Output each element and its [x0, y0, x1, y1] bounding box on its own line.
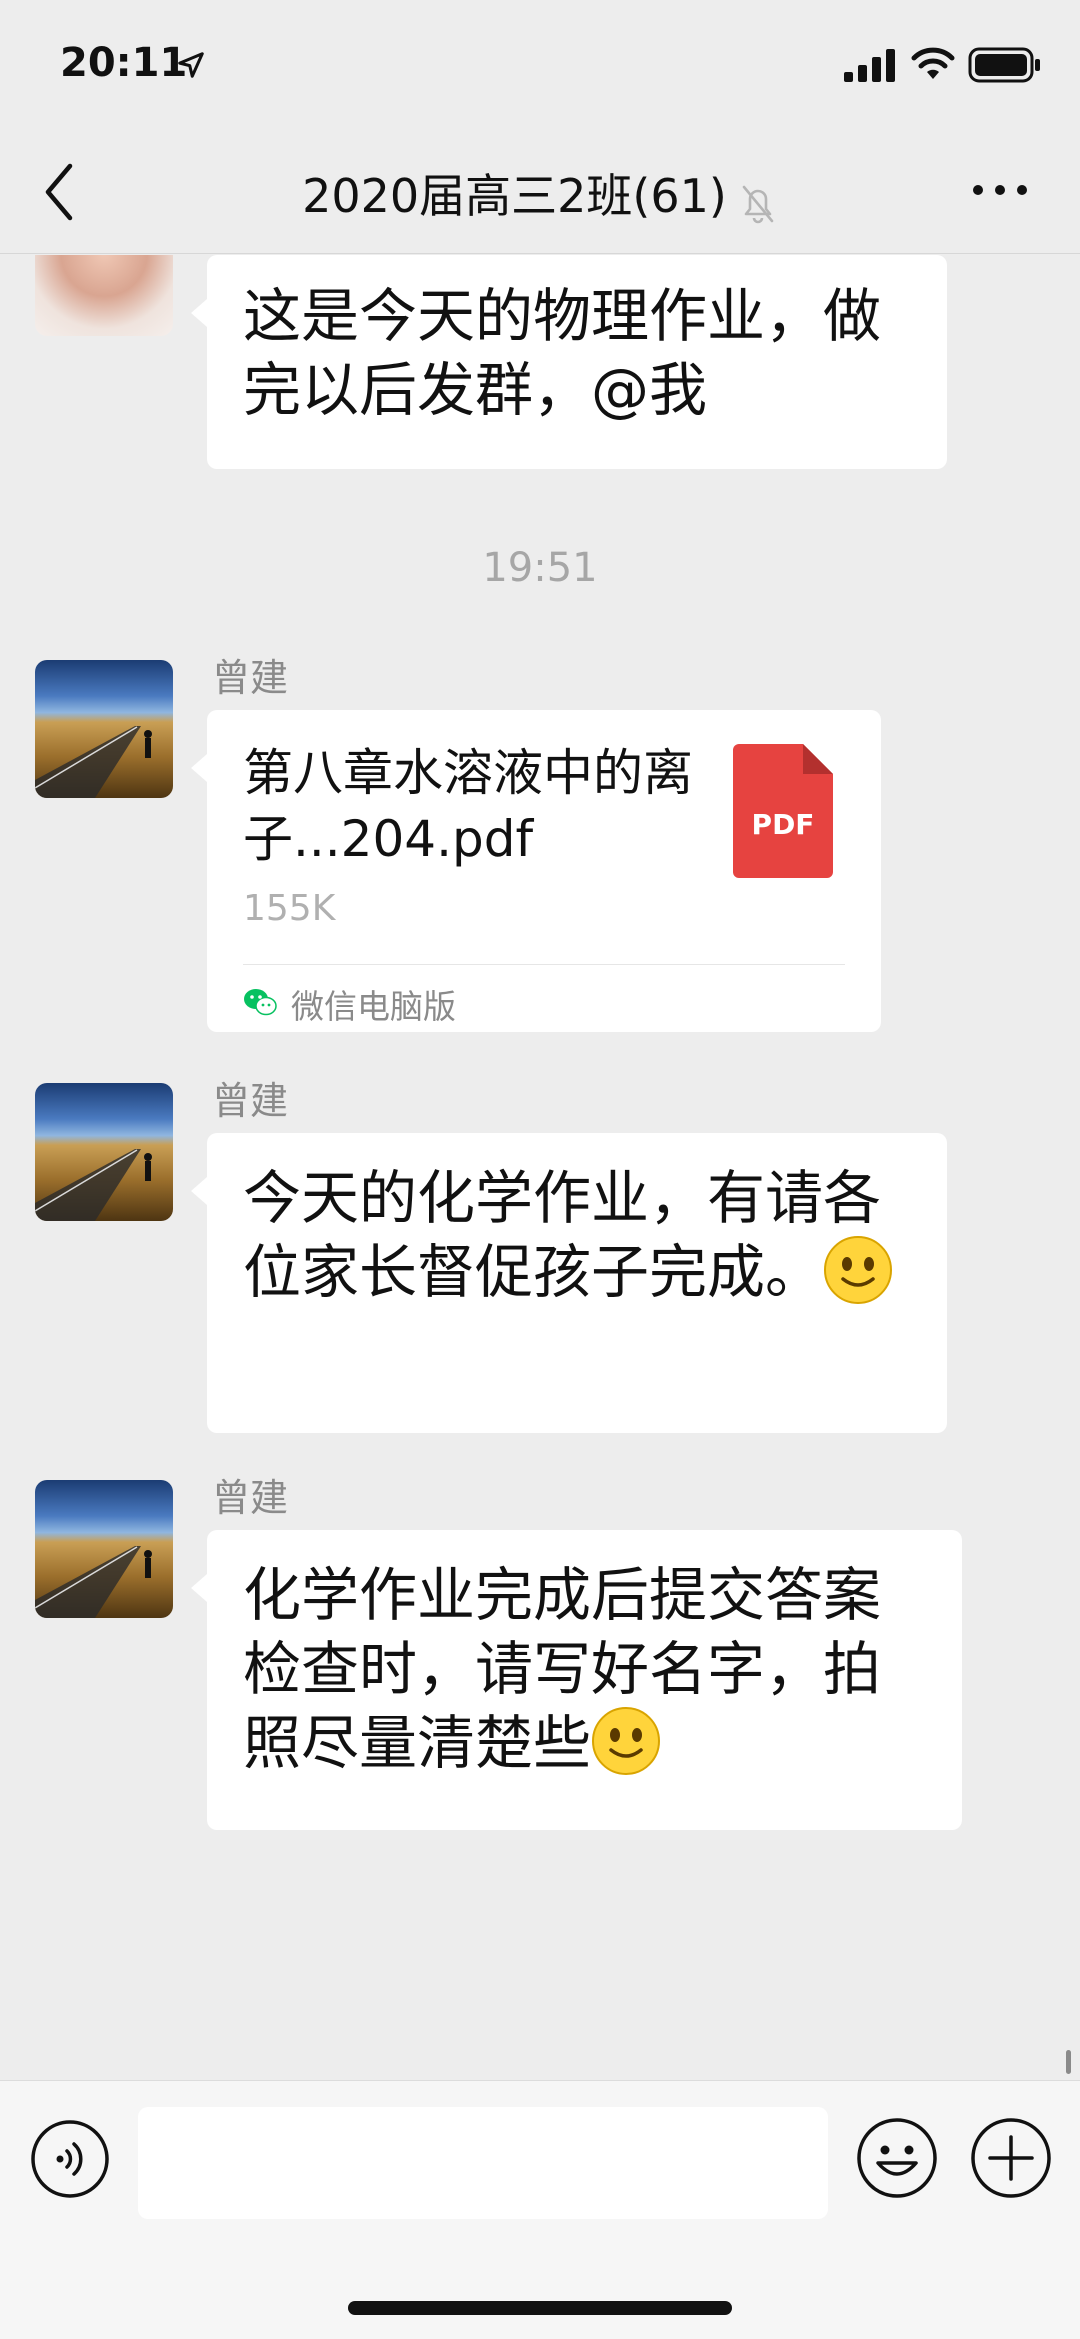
avatar[interactable]: [35, 660, 173, 798]
road-image: [35, 1546, 152, 1618]
file-message-card[interactable]: 第八章水溶液中的离子...204.pdf 155K PDF 微信电脑版: [191, 710, 881, 1032]
chat-screen: 20:11 2020届高三2班(61) 这是今天的物理作业，做完以后发群，@我 …: [0, 0, 1080, 2339]
message-bubble[interactable]: 这是今天的物理作业，做完以后发群，@我: [191, 255, 947, 469]
file-type-label: PDF: [751, 808, 815, 841]
sender-name: 曾建: [212, 656, 289, 700]
road-image: [35, 726, 152, 798]
voice-icon[interactable]: [30, 2119, 110, 2199]
input-bar: [0, 2080, 1080, 2339]
message-bubble[interactable]: 化学作业完成后提交答案检查时，请写好名字，拍照尽量清楚些: [191, 1530, 962, 1830]
message-text: 化学作业完成后提交答案检查时，请写好名字，拍照尽量清楚些: [207, 1530, 962, 1806]
home-indicator[interactable]: [348, 2301, 732, 2315]
bell-slash-icon: [742, 185, 774, 223]
file-size: 155K: [243, 888, 336, 929]
emoji-icon[interactable]: [856, 2117, 938, 2199]
status-time: 20:11: [60, 40, 188, 86]
location-arrow-icon: [178, 52, 204, 78]
file-source: 微信电脑版: [291, 987, 456, 1026]
smile-emoji-icon: [824, 1235, 893, 1304]
file-name: 第八章水溶液中的离子...204.pdf: [243, 744, 693, 868]
pdf-file-icon: PDF: [733, 744, 833, 878]
wechat-icon: [244, 989, 277, 1016]
message-text: 这是今天的物理作业，做完以后发群，@我: [243, 282, 882, 424]
sender-name: 曾建: [212, 1079, 289, 1123]
chat-messages[interactable]: 这是今天的物理作业，做完以后发群，@我 19:51 曾建 第八章水溶液中的离子.…: [0, 255, 1080, 2080]
status-bar: 20:11: [0, 0, 1080, 130]
nav-bar: 2020届高三2班(61): [0, 130, 1080, 254]
signal-icon: [844, 49, 895, 82]
avatar[interactable]: [35, 255, 173, 336]
sender-name: 曾建: [212, 1476, 289, 1520]
smile-emoji-icon: [592, 1706, 661, 1775]
page-title: 2020届高三2班(61): [302, 169, 727, 223]
wifi-icon: [911, 47, 955, 79]
divider: [243, 964, 845, 965]
nav-title-wrap: 2020届高三2班(61): [0, 160, 1080, 229]
avatar[interactable]: [35, 1083, 173, 1221]
battery-icon: [968, 47, 1040, 83]
message-text: 今天的化学作业，有请各位家长督促孩子完成。: [207, 1133, 947, 1335]
scrollbar[interactable]: [1066, 2050, 1071, 2074]
more-dots-icon[interactable]: [970, 178, 1030, 202]
road-image: [35, 1149, 152, 1221]
plus-icon[interactable]: [970, 2117, 1052, 2199]
avatar[interactable]: [35, 1480, 173, 1618]
message-text-content: 今天的化学作业，有请各位家长督促孩子完成。: [243, 1164, 882, 1306]
timestamp: 19:51: [482, 545, 598, 591]
message-text-content: 化学作业完成后提交答案检查时，请写好名字，拍照尽量清楚些: [243, 1561, 882, 1777]
message-bubble[interactable]: 今天的化学作业，有请各位家长督促孩子完成。: [191, 1133, 947, 1433]
message-input[interactable]: [138, 2107, 828, 2219]
